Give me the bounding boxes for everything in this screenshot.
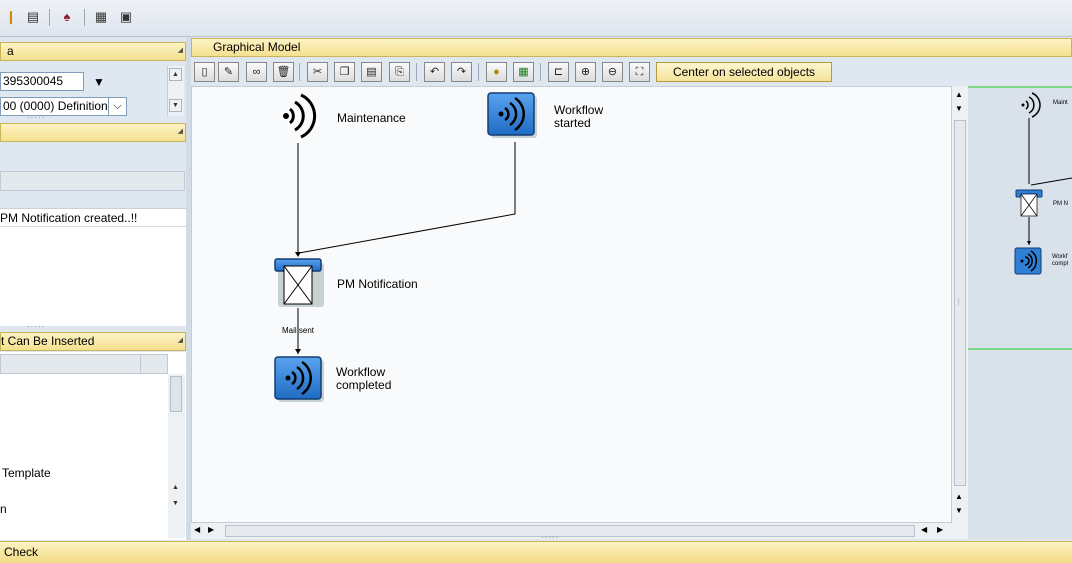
pencil-icon[interactable]: ❙ <box>2 8 20 26</box>
overview-event-icon <box>1021 92 1041 118</box>
overview-label-maintenance: Maint <box>1053 100 1068 106</box>
undo-icon[interactable]: ↶ <box>424 62 445 82</box>
cut-icon[interactable]: ✂ <box>307 62 328 82</box>
splitter-grip-icon[interactable]: ····· <box>27 113 45 122</box>
step-types-list: Template n ▲ ▼ <box>0 352 186 540</box>
overview-completed-icon <box>1014 247 1042 275</box>
left-top-scrollbar[interactable]: ▲ ▼ <box>167 66 184 116</box>
layout-icon[interactable]: ▦ <box>92 8 110 26</box>
splitter-grip-icon[interactable]: ····· <box>27 322 45 331</box>
grid-icon[interactable]: ▦ <box>513 62 534 82</box>
node-label-workflow-completed-2[interactable]: completed <box>336 379 391 392</box>
top-toolbar: ❙ ▤ ♠ ▦ ▣ <box>0 0 1072 37</box>
copy-icon[interactable]: ❐ <box>334 62 355 82</box>
edit-icon[interactable]: ✎ <box>218 62 239 82</box>
workflow-id-field[interactable]: 395300045 <box>0 72 84 91</box>
left-bottom-header-label: t Can Be Inserted <box>1 334 95 348</box>
left-bottom-header: t Can Be Inserted ◢ <box>0 332 186 351</box>
dropdown-arrow-icon[interactable]: ▼ <box>93 75 105 89</box>
align-icon[interactable]: ⊏ <box>548 62 569 82</box>
link-icon[interactable]: ∞ <box>246 62 267 82</box>
graphical-model-title: Graphical Model <box>213 40 301 54</box>
node-label-workflow-started-2[interactable]: started <box>554 117 591 130</box>
left-middle-header: ◢ <box>0 123 186 142</box>
print-icon[interactable]: ▤ <box>24 8 42 26</box>
overview-label-notification: PM N <box>1053 201 1068 207</box>
redo-icon[interactable]: ↷ <box>451 62 472 82</box>
mail-step-icon <box>274 258 324 307</box>
zoom-out-icon[interactable]: ⊖ <box>602 62 623 82</box>
table-header <box>0 171 185 191</box>
list-column-divider <box>140 354 168 374</box>
list-item[interactable]: Template <box>2 466 51 480</box>
workflow-started-icon <box>487 92 537 138</box>
node-label-pm-notification[interactable]: PM Notification <box>337 278 418 291</box>
status-text[interactable]: Check <box>4 545 38 559</box>
overview-mail-icon <box>1015 189 1043 217</box>
splitter-grip-icon[interactable]: ⋮ <box>955 298 963 306</box>
list-item[interactable]: PM Notification created..!! <box>0 209 186 227</box>
window-icon[interactable]: ▣ <box>117 8 135 26</box>
workflow-graph <box>274 92 537 402</box>
message-list: PM Notification created..!! <box>0 208 186 326</box>
zoom-in-icon[interactable]: ⊕ <box>575 62 596 82</box>
left-bottom-scrollbar[interactable]: ▲ ▼ <box>168 374 185 538</box>
fit-icon[interactable]: ⛶ <box>629 62 650 82</box>
left-panel-header-label: a <box>7 44 14 58</box>
paste-special-icon[interactable]: ⎘ <box>389 62 410 82</box>
resize-corner-icon[interactable]: ◢ <box>178 332 183 349</box>
version-select-arrow-icon[interactable]: ⌵ <box>108 97 127 116</box>
event-signal-icon <box>283 93 317 139</box>
arrowhead <box>295 349 301 354</box>
version-select[interactable]: 00 (0000) Definition <box>0 97 108 116</box>
graphical-model-header: Graphical Model <box>191 38 1072 57</box>
resize-corner-icon[interactable]: ◢ <box>178 42 183 59</box>
left-panel-header: a ◢ <box>0 42 186 61</box>
new-icon[interactable]: ▯ <box>194 62 215 82</box>
center-selected-button[interactable]: Center on selected objects <box>656 62 832 82</box>
edge-label: Mail sent <box>282 326 315 335</box>
status-bar: Check <box>0 541 1072 563</box>
paste-icon[interactable]: ▤ <box>361 62 382 82</box>
list-item[interactable]: n <box>0 502 7 516</box>
resize-corner-icon[interactable]: ◢ <box>178 123 183 140</box>
overview-graph <box>968 86 1072 350</box>
delete-icon[interactable]: 🗑 <box>273 62 294 82</box>
find-icon[interactable]: ♠ <box>58 8 76 26</box>
canvas-horizontal-scrollbar[interactable]: ◀ ▶ ◀ ▶ <box>191 523 968 539</box>
edge-started-notification <box>298 142 516 254</box>
workflow-completed-icon <box>274 356 324 402</box>
overview-label-completed-2: compl <box>1052 261 1069 267</box>
node-label-maintenance[interactable]: Maintenance <box>337 112 406 125</box>
overview-label-completed-1: Workf <box>1052 254 1068 260</box>
arrowhead <box>295 252 301 257</box>
activate-icon[interactable]: ● <box>486 62 507 82</box>
